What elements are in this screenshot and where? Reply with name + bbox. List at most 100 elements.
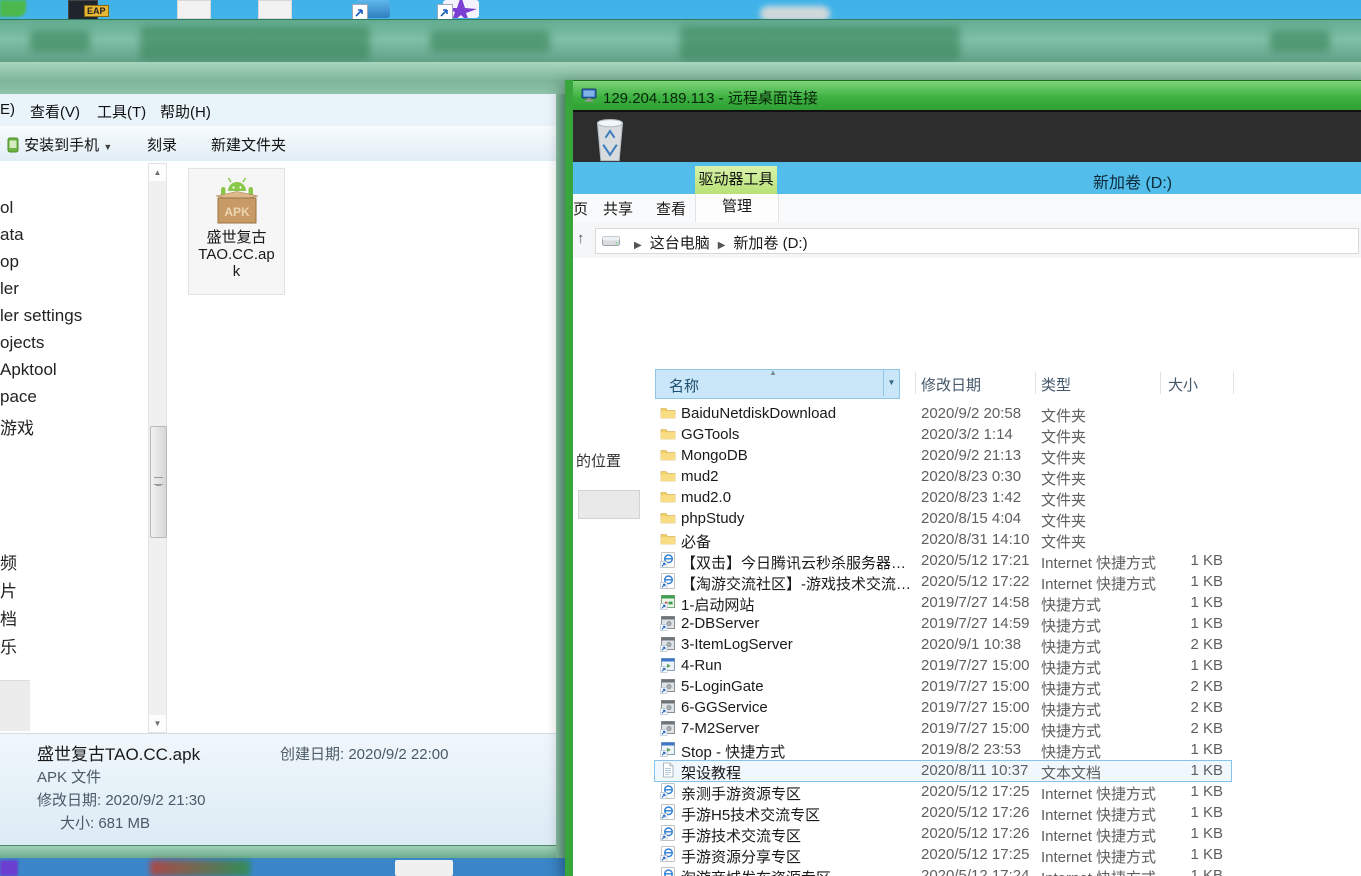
file-row[interactable]: 必备2020/8/31 14:10文件夹 <box>573 529 1361 550</box>
column-header-date[interactable]: 修改日期 <box>921 374 981 395</box>
burn-button[interactable]: 刻录 <box>147 134 177 155</box>
file-name[interactable]: 【淘游交流社区】-游戏技术交流手游服... <box>681 573 913 594</box>
column-separator[interactable] <box>915 372 916 394</box>
file-row[interactable]: 手游技术交流专区2020/5/12 17:26Internet 快捷方式1 KB <box>573 823 1361 844</box>
file-row[interactable]: 5-LoginGate2019/7/27 15:00快捷方式2 KB <box>573 676 1361 697</box>
column-separator[interactable] <box>1160 372 1161 394</box>
file-name[interactable]: 1-启动网站 <box>681 594 913 615</box>
tab-share[interactable]: 共享 <box>603 198 633 219</box>
file-name[interactable]: Stop - 快捷方式 <box>681 741 913 762</box>
file-row[interactable]: Stop - 快捷方式2019/8/2 23:53快捷方式1 KB <box>573 739 1361 760</box>
file-name[interactable]: 淘游商城发布资源专区 <box>681 867 913 876</box>
column-separator[interactable] <box>1035 372 1036 394</box>
file-name[interactable]: 6-GGService <box>681 699 913 716</box>
file-row[interactable]: 淘游商城发布资源专区2020/5/12 17:24Internet 快捷方式1 … <box>573 865 1361 876</box>
file-row[interactable]: 1-启动网站2019/7/27 14:58快捷方式1 KB <box>573 592 1361 613</box>
file-name[interactable]: 手游H5技术交流专区 <box>681 804 913 825</box>
remote-title-bar[interactable]: 129.204.189.113 - 远程桌面连接 <box>573 80 1361 111</box>
address-box[interactable]: ▶这台电脑▶新加卷 (D:) <box>595 228 1359 254</box>
file-name[interactable]: GGTools <box>681 426 913 443</box>
scroll-up-button[interactable]: ▲ <box>149 164 166 181</box>
menu-item-help[interactable]: 帮助(H) <box>160 101 211 122</box>
desktop-shortcut-icon[interactable] <box>352 0 394 18</box>
desktop-icon-fragment[interactable] <box>258 0 292 19</box>
file-name[interactable]: 手游技术交流专区 <box>681 825 913 846</box>
sidebar-scrollbar[interactable]: ▲ ▼ <box>148 163 167 733</box>
tab-home-fragment[interactable]: 页 <box>573 198 588 219</box>
sidebar-item[interactable]: 频 <box>0 549 17 574</box>
desktop-shortcut-icon[interactable] <box>437 0 481 18</box>
file-name[interactable]: 手游资源分享专区 <box>681 846 913 867</box>
file-row[interactable]: 3-ItemLogServer2020/9/1 10:38快捷方式2 KB <box>573 634 1361 655</box>
sidebar-item[interactable]: pace <box>0 387 37 407</box>
sidebar-item[interactable]: 游戏 <box>0 414 34 439</box>
file-row[interactable]: phpStudy2020/8/15 4:04文件夹 <box>573 508 1361 529</box>
file-name[interactable]: 3-ItemLogServer <box>681 636 913 653</box>
file-row[interactable]: MongoDB2020/9/2 21:13文件夹 <box>573 445 1361 466</box>
sidebar-item[interactable]: op <box>0 252 19 272</box>
file-row[interactable]: 4-Run2019/7/27 15:00快捷方式1 KB <box>573 655 1361 676</box>
file-row[interactable]: GGTools2020/3/2 1:14文件夹 <box>573 424 1361 445</box>
file-row[interactable]: mud22020/8/23 0:30文件夹 <box>573 466 1361 487</box>
recycle-bin-icon[interactable] <box>593 115 627 163</box>
sidebar-item[interactable]: 片 <box>0 577 17 602</box>
tab-view[interactable]: 查看 <box>656 198 686 219</box>
file-name[interactable]: 2-DBServer <box>681 615 913 632</box>
sidebar-item[interactable]: ol <box>0 198 13 218</box>
column-header-type[interactable]: 类型 <box>1041 374 1071 395</box>
desktop-icon-fragment[interactable] <box>0 0 26 17</box>
file-row[interactable]: 【淘游交流社区】-游戏技术交流手游服...2020/5/12 17:22Inte… <box>573 571 1361 592</box>
tab-manage[interactable]: 管理 <box>695 194 779 222</box>
file-row[interactable]: 亲测手游资源专区2020/5/12 17:25Internet 快捷方式1 KB <box>573 781 1361 802</box>
file-row[interactable]: 架设教程2020/8/11 10:37文本文档1 KB <box>573 760 1361 781</box>
file-row[interactable]: 2-DBServer2019/7/27 14:59快捷方式1 KB <box>573 613 1361 634</box>
breadcrumb-item[interactable]: 这台电脑 <box>650 235 710 252</box>
file-name[interactable]: MongoDB <box>681 447 913 464</box>
desktop-icon-fragment[interactable] <box>177 0 211 19</box>
column-header-size[interactable]: 大小 <box>1168 374 1198 395</box>
menu-item-tools[interactable]: 工具(T) <box>97 101 146 122</box>
menu-item-view[interactable]: 查看(V) <box>30 101 80 122</box>
file-name[interactable]: BaiduNetdiskDownload <box>681 405 913 422</box>
sidebar-item[interactable]: 档 <box>0 605 17 630</box>
file-name[interactable]: 架设教程 <box>681 762 913 783</box>
file-row[interactable]: 7-M2Server2019/7/27 15:00快捷方式2 KB <box>573 718 1361 739</box>
file-name[interactable]: 【双击】今日腾讯云秒杀服务器抢购！最... <box>681 552 913 573</box>
file-row[interactable]: 手游资源分享专区2020/5/12 17:25Internet 快捷方式1 KB <box>573 844 1361 865</box>
breadcrumb-item[interactable]: 新加卷 (D:) <box>733 235 807 252</box>
file-name[interactable]: mud2.0 <box>681 489 913 506</box>
column-header-name[interactable]: 名称 ▲ ▼ <box>655 369 900 399</box>
eap-desktop-icon[interactable]: EAP <box>68 0 108 18</box>
desktop-icon-fragment[interactable] <box>150 860 250 876</box>
file-row[interactable]: 手游H5技术交流专区2020/5/12 17:26Internet 快捷方式1 … <box>573 802 1361 823</box>
new-folder-button[interactable]: 新建文件夹 <box>211 134 286 155</box>
file-row[interactable]: mud2.02020/8/23 1:42文件夹 <box>573 487 1361 508</box>
file-row[interactable]: 6-GGService2019/7/27 15:00快捷方式2 KB <box>573 697 1361 718</box>
scroll-down-button[interactable]: ▼ <box>149 715 166 732</box>
apk-file-tile[interactable]: APK 盛世复古TAO.CC.apk <box>188 168 285 295</box>
sidebar-item[interactable]: ojects <box>0 333 44 353</box>
scrollbar-thumb[interactable] <box>150 426 167 538</box>
sidebar-item[interactable]: 乐 <box>0 633 17 658</box>
install-to-phone-button[interactable]: 安装到手机 ▼ <box>6 134 112 155</box>
up-arrow-icon[interactable]: ↑ <box>577 230 585 247</box>
file-name[interactable]: 4-Run <box>681 657 913 674</box>
desktop-icon-fragment[interactable] <box>0 860 18 876</box>
sidebar-item[interactable]: Apktool <box>0 360 57 380</box>
file-row[interactable]: 【双击】今日腾讯云秒杀服务器抢购！最...2020/5/12 17:21Inte… <box>573 550 1361 571</box>
filter-dropdown-icon[interactable]: ▼ <box>883 370 899 396</box>
file-name[interactable]: phpStudy <box>681 510 913 527</box>
sidebar-item[interactable]: ler settings <box>0 306 82 326</box>
explorer-title-bar[interactable]: 驱动器工具 新加卷 (D:) <box>573 162 1361 194</box>
menu-item-cut[interactable]: E) <box>0 101 15 118</box>
file-name[interactable]: 必备 <box>681 531 913 552</box>
sidebar-item[interactable]: ler <box>0 279 19 299</box>
column-separator[interactable] <box>1233 372 1234 394</box>
file-row[interactable]: BaiduNetdiskDownload2020/9/2 20:58文件夹 <box>573 403 1361 424</box>
file-name[interactable]: 5-LoginGate <box>681 678 913 695</box>
file-name[interactable]: 7-M2Server <box>681 720 913 737</box>
file-name[interactable]: mud2 <box>681 468 913 485</box>
tab-drive-tools[interactable]: 驱动器工具 <box>695 166 777 194</box>
sidebar-item[interactable]: ata <box>0 225 24 245</box>
file-name[interactable]: 亲测手游资源专区 <box>681 783 913 804</box>
